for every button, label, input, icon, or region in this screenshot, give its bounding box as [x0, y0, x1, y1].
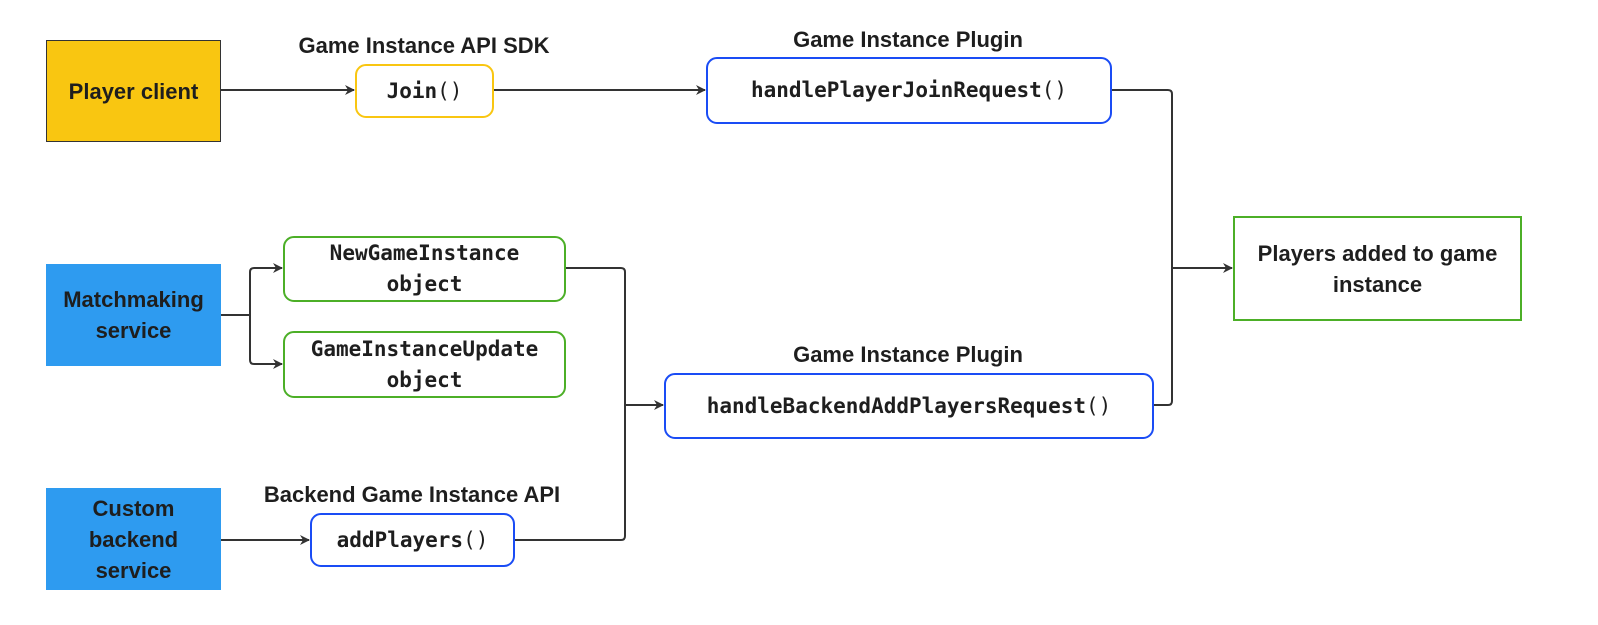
players-added-result-node: Players added to game instance — [1233, 216, 1522, 321]
handle-player-join-request-node: handlePlayerJoinRequest() — [706, 57, 1112, 124]
new-game-instance-node: NewGameInstance object — [283, 236, 566, 302]
add-players-node: addPlayers() — [310, 513, 515, 567]
matchmaking-service-node: Matchmaking service — [46, 264, 221, 366]
line-handle-join-to-merge — [1111, 89, 1173, 406]
plugin-top-label: Game Instance Plugin — [793, 27, 1023, 52]
sdk-label: Game Instance API SDK — [298, 33, 550, 58]
player-client-node: Player client — [46, 40, 221, 142]
custom-backend-service-node: Custom backend service — [46, 488, 221, 590]
arrow-to-new-game-instance — [249, 263, 283, 315]
handle-backend-add-players-request-node: handleBackendAddPlayersRequest() — [664, 373, 1154, 439]
backend-api-label: Backend Game Instance API — [263, 482, 561, 507]
join-node: Join() — [355, 64, 494, 118]
plugin-bottom-label: Game Instance Plugin — [793, 342, 1023, 367]
arrow-to-game-instance-update — [249, 315, 283, 369]
game-instance-update-node: GameInstanceUpdate object — [283, 331, 566, 398]
diagram-canvas: Player client Matchmaking service Custom… — [0, 0, 1598, 625]
